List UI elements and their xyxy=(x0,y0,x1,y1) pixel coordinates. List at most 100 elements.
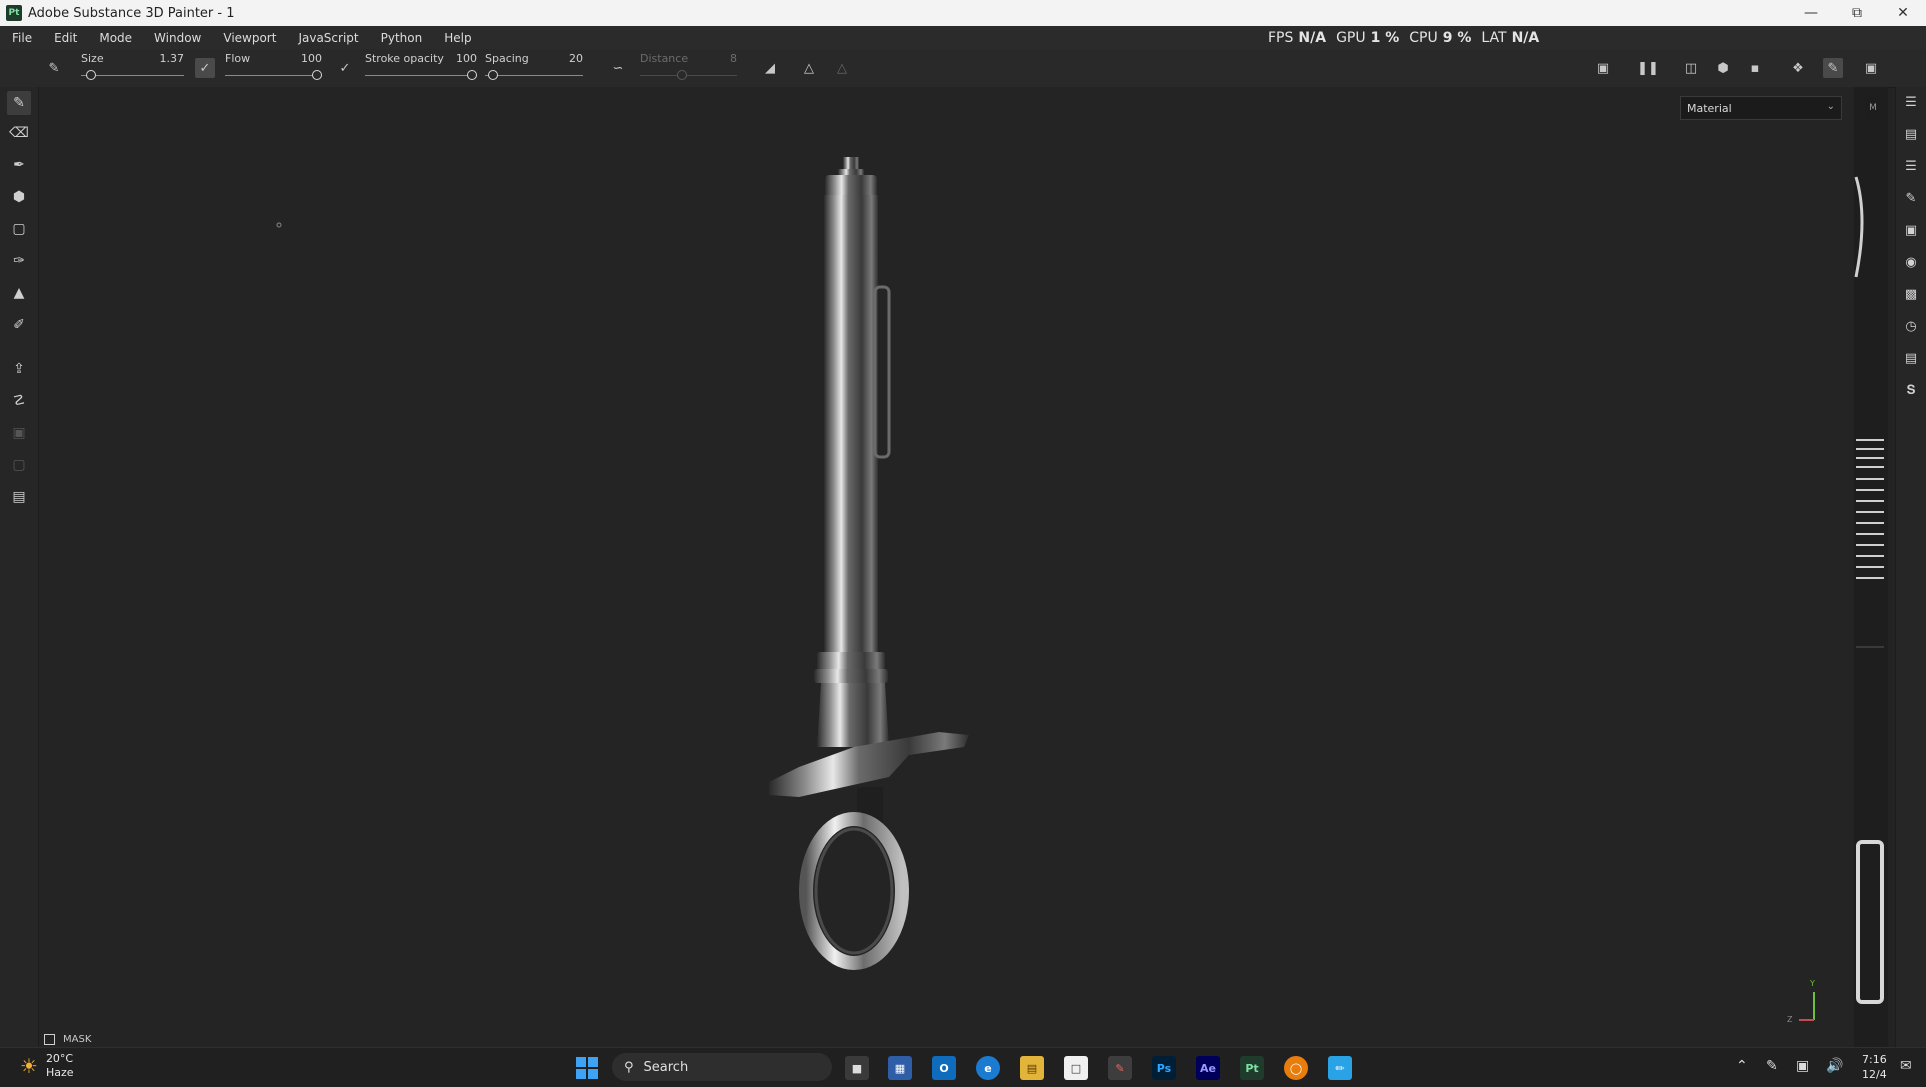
size-pressure-icon[interactable]: ✓ xyxy=(195,58,215,78)
2d-channel-stub[interactable]: M xyxy=(1866,96,1880,120)
window-controls: — ⧉ ✕ xyxy=(1788,0,1926,26)
flow-param[interactable]: Flow 100 xyxy=(225,49,322,87)
assets-icon[interactable]: ▩ xyxy=(1900,283,1922,305)
mask-indicator[interactable]: MASK xyxy=(44,1034,91,1045)
start-button-icon[interactable] xyxy=(576,1057,598,1079)
lazy-mouse-icon[interactable]: ∽ xyxy=(608,58,628,78)
display-settings-icon[interactable]: ▣ xyxy=(1900,219,1922,241)
close-icon[interactable]: ✕ xyxy=(1880,0,1926,26)
minimize-icon[interactable]: — xyxy=(1788,0,1834,26)
symmetry-icon[interactable]: △ xyxy=(799,58,819,78)
fps-value: N/A xyxy=(1298,29,1327,46)
edge-browser-icon[interactable]: e xyxy=(976,1056,1000,1080)
log-icon[interactable]: ▤ xyxy=(1900,347,1922,369)
tray-overflow-icon[interactable]: ⌃ xyxy=(1736,1058,1748,1074)
menu-help[interactable]: Help xyxy=(432,31,481,45)
camera-icon[interactable]: ▪ xyxy=(1745,58,1765,78)
pause-render-icon[interactable]: ❚❚ xyxy=(1637,58,1659,78)
blender-icon[interactable]: ◯ xyxy=(1284,1056,1308,1080)
clone-stamp-icon[interactable]: ▲ xyxy=(7,281,31,305)
photoshop-icon[interactable]: Ps xyxy=(1152,1056,1176,1080)
volume-icon[interactable]: 🔊 xyxy=(1826,1058,1843,1074)
viewport-channel-dropdown[interactable]: Material ⌄ xyxy=(1680,96,1842,120)
spacing-slider-knob[interactable] xyxy=(487,70,498,80)
size-slider-track[interactable] xyxy=(81,75,184,76)
alignment-icon[interactable]: ◢ xyxy=(760,58,780,78)
paint-app-icon[interactable]: ✎ xyxy=(1108,1056,1132,1080)
stroke-opacity-slider-knob[interactable] xyxy=(467,70,477,80)
system-clock[interactable]: 7:16 12/4 xyxy=(1862,1052,1887,1082)
outlook-icon[interactable]: O xyxy=(932,1056,956,1080)
stroke-opacity-slider-track[interactable] xyxy=(365,75,477,76)
bake-icon[interactable]: ⇪ xyxy=(7,357,31,381)
2d-view-strip[interactable] xyxy=(1854,87,1888,1047)
document-icon[interactable]: □ xyxy=(1064,1056,1088,1080)
shader-settings-icon[interactable]: ◉ xyxy=(1900,251,1922,273)
eraser-icon[interactable]: ⌫ xyxy=(7,121,31,145)
geometry-fill-icon[interactable]: ⬢ xyxy=(7,185,31,209)
flow-value[interactable]: 100 xyxy=(301,52,322,65)
flow-pressure-icon[interactable]: ✓ xyxy=(335,58,355,78)
display-3d-icon[interactable]: ⬢ xyxy=(1713,58,1733,78)
color-picker-icon[interactable]: ✐ xyxy=(7,313,31,337)
properties-icon[interactable]: ✎ xyxy=(1900,187,1922,209)
texture-set-icon[interactable]: ▤ xyxy=(1900,123,1922,145)
3d-viewport[interactable]: Y Z xyxy=(39,87,1854,1047)
dock-icon-strip: ☰ ▤ ☰ ✎ ▣ ◉ ▩ ◷ ▤ 𝐒 xyxy=(1895,87,1926,1047)
notification-icon[interactable]: ✉ xyxy=(1900,1058,1912,1074)
flow-slider-track[interactable] xyxy=(225,75,322,76)
iray-render-icon[interactable]: ❖ xyxy=(1788,58,1808,78)
mask-checkbox-icon[interactable] xyxy=(44,1034,55,1045)
material-picker-icon[interactable]: ▤ xyxy=(7,485,31,509)
menu-python[interactable]: Python xyxy=(369,31,433,45)
distance-slider-track xyxy=(640,75,737,76)
projection-icon[interactable]: ✒ xyxy=(7,153,31,177)
gizmo-y-label: Y xyxy=(1810,979,1815,988)
cpu-value: 9 % xyxy=(1442,29,1472,46)
distance-label: Distance xyxy=(640,52,689,65)
window-title-bar: Pt Adobe Substance 3D Painter - 1 — ⧉ ✕ xyxy=(0,0,1926,26)
stroke-opacity-value[interactable]: 100 xyxy=(456,52,477,65)
substance-painter-taskbar-icon[interactable]: Pt xyxy=(1240,1056,1264,1080)
size-param[interactable]: Size 1.37 xyxy=(81,49,184,87)
spacing-slider-track[interactable] xyxy=(485,75,583,76)
view-split-icon[interactable]: ◫ xyxy=(1681,58,1701,78)
menu-viewport[interactable]: Viewport xyxy=(211,31,286,45)
substance-share-icon[interactable]: 𝐒 xyxy=(1900,379,1922,401)
substance-painter-logo-icon: Pt xyxy=(6,5,22,21)
layers-panel-icon[interactable]: ☰ xyxy=(1900,91,1922,113)
painting-mode-icon[interactable]: ✎ xyxy=(1823,58,1843,78)
spacing-param[interactable]: Spacing 20 xyxy=(485,49,583,87)
layer-stack-icon[interactable]: ☰ xyxy=(1900,155,1922,177)
hide-overlay-icon[interactable]: ▣ xyxy=(1593,58,1613,78)
menu-window[interactable]: Window xyxy=(142,31,211,45)
file-explorer-icon[interactable]: ▤ xyxy=(1020,1056,1044,1080)
taskbar-search-box[interactable]: ⚲ Search xyxy=(612,1053,832,1081)
smudge-icon[interactable]: ✑ xyxy=(7,249,31,273)
distance-value: 8 xyxy=(730,52,737,65)
history-icon[interactable]: ◷ xyxy=(1900,315,1922,337)
task-view-icon[interactable]: ■ xyxy=(845,1056,869,1080)
menu-javascript[interactable]: JavaScript xyxy=(286,31,368,45)
polygon-fill-icon[interactable]: ▢ xyxy=(7,217,31,241)
size-value[interactable]: 1.37 xyxy=(160,52,185,65)
microsoft-store-icon[interactable]: ▦ xyxy=(888,1056,912,1080)
menu-edit[interactable]: Edit xyxy=(42,31,87,45)
pen-app-icon[interactable]: ✏ xyxy=(1328,1056,1352,1080)
flow-slider-knob[interactable] xyxy=(312,70,322,80)
size-slider-knob[interactable] xyxy=(85,70,96,80)
menu-file[interactable]: File xyxy=(0,31,42,45)
network-icon[interactable]: ▣ xyxy=(1796,1058,1809,1074)
paint-brush-icon[interactable]: ✎ xyxy=(7,91,31,115)
spacing-value[interactable]: 20 xyxy=(569,52,583,65)
stroke-opacity-param[interactable]: Stroke opacity 100 xyxy=(365,49,477,87)
weather-widget[interactable]: ☀ 20°C Haze xyxy=(20,1052,74,1080)
pen-tray-icon[interactable]: ✎ xyxy=(1766,1058,1778,1074)
after-effects-icon[interactable]: Ae xyxy=(1196,1056,1220,1080)
stroke-opacity-label: Stroke opacity xyxy=(365,52,444,65)
screenshot-icon[interactable]: ▣ xyxy=(1861,58,1881,78)
menu-mode[interactable]: Mode xyxy=(87,31,142,45)
path-tool-icon[interactable]: ☡ xyxy=(7,389,31,413)
restore-icon[interactable]: ⧉ xyxy=(1834,0,1880,26)
brush-preset-icon[interactable]: ✎ xyxy=(44,58,64,78)
